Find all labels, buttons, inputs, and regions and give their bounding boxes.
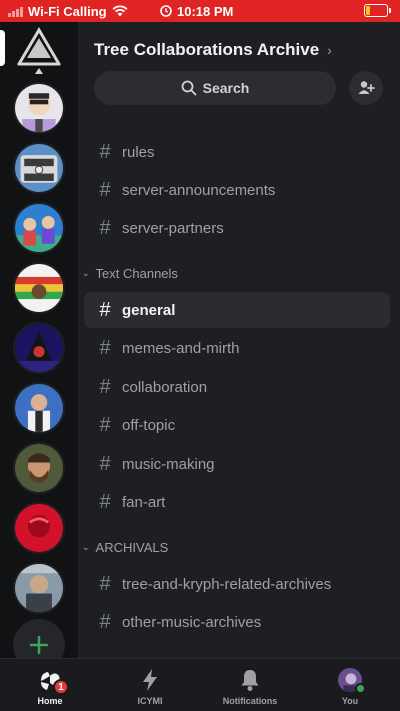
- channel-tree-and-kryph-related-archives[interactable]: # tree-and-kryph-related-archives: [84, 566, 390, 602]
- server-name: Tree Collaborations Archive: [94, 40, 320, 59]
- notification-badge: 1: [53, 679, 69, 695]
- category-label: Text Channels: [95, 266, 178, 281]
- search-label: Search: [202, 80, 250, 96]
- home-logo-icon[interactable]: [13, 24, 65, 76]
- wifi-icon: [112, 5, 128, 17]
- hash-icon: #: [99, 216, 111, 239]
- plus-icon: [29, 635, 49, 655]
- server-icon-bearded[interactable]: [13, 442, 65, 494]
- signal-bars-icon: [8, 6, 23, 17]
- nav-notifications-label: Notifications: [222, 696, 278, 706]
- hash-icon: #: [99, 375, 111, 398]
- nav-home-label: Home: [37, 696, 63, 706]
- server-rail: [0, 22, 78, 658]
- status-bar: Wi-Fi Calling 10:18 PM: [0, 0, 400, 22]
- channel-memes-and-mirth[interactable]: # memes-and-mirth: [84, 330, 390, 366]
- nav-icymi-label: ICYMI: [137, 696, 163, 706]
- channel-fan-art[interactable]: # fan-art: [84, 484, 390, 520]
- search-icon: [181, 80, 197, 96]
- nav-notifications[interactable]: Notifications: [200, 667, 300, 706]
- category-archivals[interactable]: ⌄ ARCHIVALS: [82, 540, 168, 555]
- category-text-channels[interactable]: ⌄ Text Channels: [82, 266, 178, 281]
- server-icon-tree[interactable]: [13, 262, 65, 314]
- hash-icon: #: [99, 140, 111, 163]
- server-icon-figure[interactable]: [13, 382, 65, 434]
- channel-server-announcements[interactable]: # server-announcements: [84, 172, 390, 208]
- server-icon-wizard[interactable]: [13, 322, 65, 374]
- channel-general[interactable]: # general: [84, 292, 390, 328]
- channel-rules[interactable]: # rules: [84, 134, 390, 170]
- server-icon-avatar-1[interactable]: [13, 82, 65, 134]
- online-status-icon: [355, 683, 366, 694]
- channel-server-partners[interactable]: # server-partners: [84, 210, 390, 246]
- channel-music-making[interactable]: # music-making: [84, 446, 390, 482]
- hash-icon: #: [99, 490, 111, 513]
- battery-icon: [364, 4, 391, 17]
- hash-icon: #: [99, 298, 111, 321]
- hash-icon: #: [99, 336, 111, 359]
- chevron-down-icon: ⌄: [82, 542, 90, 552]
- alarm-icon: [160, 5, 172, 17]
- channel-other-music-archives[interactable]: # other-music-archives: [84, 604, 390, 640]
- active-server-indicator: [0, 30, 5, 66]
- channel-collaboration[interactable]: # collaboration: [84, 369, 390, 405]
- channel-off-topic[interactable]: # off-topic: [84, 407, 390, 443]
- channel-panel: Tree Collaborations Archive › Search # r…: [78, 22, 400, 658]
- server-icon-red[interactable]: [13, 502, 65, 554]
- nav-icymi[interactable]: ICYMI: [100, 667, 200, 706]
- nav-you-label: You: [341, 696, 359, 706]
- server-icon-group[interactable]: [13, 202, 65, 254]
- lightning-icon: [143, 669, 157, 691]
- server-icon-geeks[interactable]: [13, 142, 65, 194]
- hash-icon: #: [99, 413, 111, 436]
- server-icon-photo[interactable]: [13, 562, 65, 614]
- chevron-right-icon: ›: [327, 42, 332, 58]
- carrier-label: Wi-Fi Calling: [28, 3, 107, 19]
- add-member-button[interactable]: [349, 71, 383, 105]
- nav-home[interactable]: 1 Home: [0, 667, 100, 706]
- search-button[interactable]: Search: [94, 71, 336, 105]
- hash-icon: #: [99, 610, 111, 633]
- bell-icon: [241, 670, 259, 691]
- hash-icon: #: [99, 572, 111, 595]
- clock: 10:18 PM: [177, 3, 234, 19]
- hash-icon: #: [99, 178, 111, 201]
- nav-you[interactable]: You: [300, 667, 400, 706]
- server-header[interactable]: Tree Collaborations Archive ›: [94, 40, 332, 60]
- chevron-down-icon: ⌄: [82, 268, 90, 278]
- add-member-icon: [358, 81, 375, 94]
- hash-icon: #: [99, 452, 111, 475]
- bottom-navigation: 1 Home ICYMI Notifications You: [0, 658, 400, 711]
- category-label: ARCHIVALS: [95, 540, 169, 555]
- add-server-button[interactable]: [13, 619, 65, 658]
